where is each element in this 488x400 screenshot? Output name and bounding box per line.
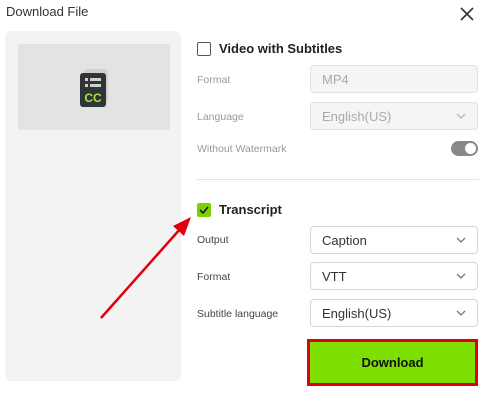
video-subtitles-toggle[interactable]: Video with Subtitles bbox=[197, 41, 342, 56]
chevron-down-icon bbox=[456, 235, 466, 245]
video-format-value: MP4 bbox=[322, 71, 349, 87]
output-value: Caption bbox=[322, 232, 367, 248]
check-icon bbox=[199, 205, 209, 214]
caption-file-icon: CC bbox=[80, 69, 108, 107]
section-divider bbox=[197, 179, 479, 180]
subtitle-language-value: English(US) bbox=[322, 305, 392, 321]
transcript-format-label: Format bbox=[197, 271, 231, 283]
subtitle-language-select[interactable]: English(US) bbox=[310, 299, 478, 327]
video-language-select: English(US) bbox=[310, 102, 478, 130]
video-subtitles-label: Video with Subtitles bbox=[219, 41, 343, 56]
chevron-down-icon bbox=[456, 111, 466, 121]
transcript-format-select[interactable]: VTT bbox=[310, 262, 478, 290]
transcript-toggle[interactable]: Transcript bbox=[197, 202, 282, 217]
annotation-arrow bbox=[100, 217, 191, 319]
transcript-label: Transcript bbox=[219, 202, 282, 217]
video-language-value: English(US) bbox=[322, 108, 392, 124]
preview-thumbnail: CC bbox=[18, 44, 170, 130]
transcript-format-value: VTT bbox=[322, 268, 347, 284]
dialog-title: Download File bbox=[6, 4, 89, 19]
video-language-label: Language bbox=[197, 111, 244, 123]
chevron-down-icon bbox=[456, 308, 466, 318]
chevron-down-icon bbox=[456, 271, 466, 281]
download-button[interactable]: Download bbox=[307, 339, 478, 386]
subtitle-language-label: Subtitle language bbox=[197, 308, 279, 320]
video-format-field: MP4 bbox=[310, 65, 478, 93]
video-format-label: Format bbox=[197, 74, 231, 86]
watermark-label: Without Watermark bbox=[197, 143, 287, 155]
output-label: Output bbox=[197, 234, 229, 246]
transcript-checkbox[interactable] bbox=[197, 202, 211, 217]
caption-badge-text: CC bbox=[84, 91, 102, 105]
preview-panel: CC bbox=[5, 31, 181, 381]
close-button[interactable] bbox=[458, 5, 476, 23]
video-subtitles-checkbox[interactable] bbox=[197, 41, 211, 56]
watermark-toggle[interactable] bbox=[451, 141, 478, 156]
output-select[interactable]: Caption bbox=[310, 226, 478, 254]
close-icon bbox=[460, 7, 474, 21]
toggle-knob bbox=[465, 143, 476, 154]
